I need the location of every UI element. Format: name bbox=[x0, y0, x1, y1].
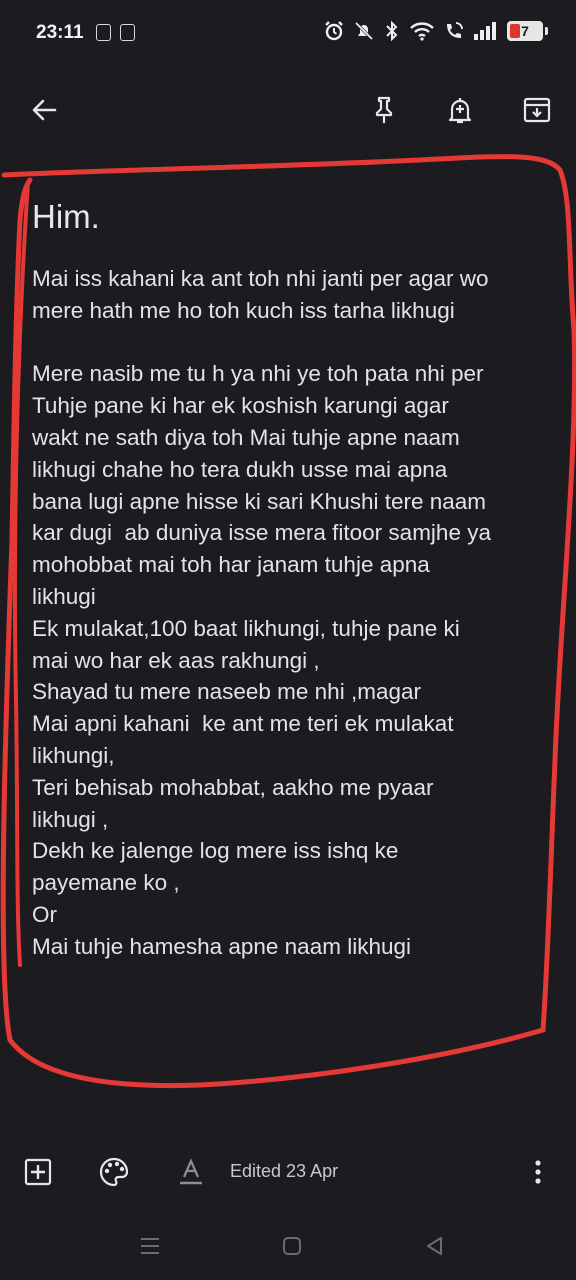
status-bar: 23:11 7 bbox=[0, 0, 576, 66]
archive-icon[interactable] bbox=[519, 92, 555, 128]
back-arrow-icon[interactable] bbox=[26, 92, 62, 128]
pin-icon[interactable] bbox=[366, 92, 402, 128]
note-body-line: likhugi chahe ho tera dukh usse mai apna bbox=[32, 456, 448, 482]
home-icon[interactable] bbox=[278, 1232, 306, 1260]
text-format-icon[interactable] bbox=[173, 1154, 209, 1190]
battery-low-fill bbox=[510, 24, 520, 38]
note-body-line: Teri behisab mohabbat, aakho me pyaar bbox=[32, 774, 434, 800]
note-body-line: Or bbox=[32, 901, 57, 927]
alarm-icon bbox=[325, 21, 343, 41]
battery-nub bbox=[545, 27, 548, 35]
palette-icon[interactable] bbox=[96, 1154, 132, 1190]
note-body[interactable]: Mai iss kahani ka ant toh nhi janti per … bbox=[32, 263, 568, 963]
edited-timestamp: Edited 23 Apr bbox=[230, 1161, 339, 1181]
note-title[interactable]: Him. bbox=[32, 198, 100, 236]
note-body-line bbox=[32, 327, 568, 359]
note-body-line: Mai iss kahani ka ant toh nhi janti per … bbox=[32, 266, 489, 291]
note-body-line: payemane ko , bbox=[32, 870, 180, 896]
note-body-line: Tuhje pane ki har ek koshish karungi aga… bbox=[32, 393, 449, 419]
system-nav-bar bbox=[0, 1222, 576, 1268]
wifi-call-icon bbox=[447, 22, 463, 38]
note-body-line: likhungi, bbox=[32, 742, 115, 768]
more-vert-icon[interactable] bbox=[520, 1154, 556, 1190]
note-body-line: mohobbat mai toh har janam tuhje apna bbox=[32, 552, 430, 578]
note-body-line: Mere nasib me tu h ya nhi ye toh pata nh… bbox=[32, 361, 484, 387]
pdf-icon bbox=[96, 24, 111, 41]
note-body-line: Mai apni kahani ke ant me teri ek mulaka… bbox=[32, 711, 454, 737]
note-body-line: Mai tuhje hamesha apne naam likhugi bbox=[32, 933, 411, 959]
note-body-line: Shayad tu mere naseeb me nhi ,magar bbox=[32, 679, 421, 705]
note-body-line: likhugi , bbox=[32, 806, 109, 832]
note-body-line: Dekh ke jalenge log mere iss ishq ke bbox=[32, 838, 399, 864]
status-icons: 7 bbox=[323, 20, 548, 42]
back-icon[interactable] bbox=[420, 1232, 448, 1260]
mute-icon bbox=[354, 21, 374, 41]
recents-icon[interactable] bbox=[136, 1232, 164, 1260]
note-body-line: likhugi bbox=[32, 583, 96, 609]
reminder-bell-icon[interactable] bbox=[442, 92, 478, 128]
note-body-line: kar dugi ab duniya isse mera fitoor samj… bbox=[32, 520, 491, 546]
status-time: 23:11 bbox=[36, 22, 84, 43]
battery-icon: 7 bbox=[507, 21, 543, 41]
wifi-icon bbox=[410, 22, 434, 41]
note-bottom-bar: Edited 23 Apr bbox=[0, 1146, 576, 1198]
note-body-line: mere hath me ho toh kuch iss tarha likhu… bbox=[32, 297, 455, 323]
bluetooth-icon bbox=[386, 20, 398, 42]
note-body-line: mai wo har ek aas rakhungi , bbox=[32, 647, 320, 673]
note-body-line: Ek mulakat,100 baat likhungi, tuhje pane… bbox=[32, 615, 460, 641]
note-body-line: wakt ne sath diya toh Mai tuhje apne naa… bbox=[32, 424, 460, 450]
note-toolbar bbox=[0, 82, 576, 138]
signal-icon bbox=[474, 22, 496, 40]
note-body-line: bana lugi apne hisse ki sari Khushi tere… bbox=[32, 488, 487, 514]
calculator-icon bbox=[120, 24, 135, 41]
battery-level: 7 bbox=[521, 23, 529, 39]
add-box-icon[interactable] bbox=[20, 1154, 56, 1190]
